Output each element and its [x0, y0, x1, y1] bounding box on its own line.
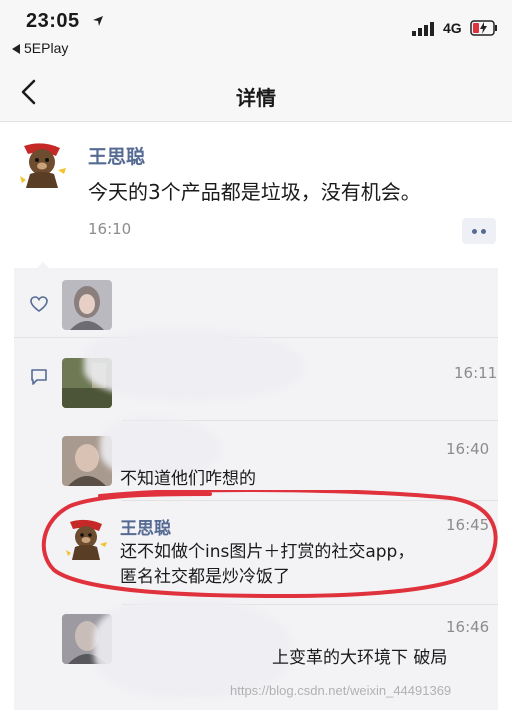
author-name[interactable]: 王思聪 — [88, 142, 145, 169]
scribble-redaction — [84, 330, 304, 400]
commenter-name[interactable]: 王思聪 — [120, 514, 171, 539]
bear-sticker-icon — [14, 136, 72, 194]
bear-sticker-icon — [62, 514, 112, 564]
author-avatar[interactable] — [14, 136, 72, 194]
comments-panel: 16:11 16:40 不知道他们咋想的 王思聪 16:45 还不如做个ins图… — [14, 268, 498, 710]
more-options-button[interactable] — [462, 218, 496, 244]
location-arrow-icon — [93, 16, 103, 26]
comment-icon — [31, 369, 47, 385]
status-bar: 23:05 5EPlay 4G — [0, 0, 512, 62]
heart-icon — [30, 296, 48, 312]
commenter-avatar[interactable] — [62, 514, 112, 564]
comment-time: 16:46 — [446, 618, 490, 636]
network-type: 4G — [443, 20, 462, 36]
more-dot — [481, 229, 486, 234]
comment-time: 16:45 — [446, 516, 490, 534]
signal-icon — [412, 22, 434, 36]
divider — [122, 500, 498, 501]
navigation-bar: 详情 — [0, 62, 512, 122]
comment-time: 16:40 — [446, 440, 490, 458]
back-triangle-icon — [12, 44, 20, 55]
liker-photo — [62, 280, 112, 330]
post-text: 今天的3个产品都是垃圾，没有机会。 — [88, 180, 421, 204]
post-timestamp: 16:10 — [88, 220, 132, 238]
watermark: https://blog.csdn.net/weixin_44491369 — [230, 683, 452, 698]
back-app-label: 5EPlay — [24, 40, 69, 56]
moment-post: 王思聪 今天的3个产品都是垃圾，没有机会。 16:10 — [0, 122, 512, 267]
comment-text: 上变革的大环境下 破局 — [272, 648, 448, 668]
comment-text-line-1: 还不如做个ins图片＋打赏的社交app， — [120, 542, 415, 562]
back-to-app-link[interactable]: 5EPlay — [12, 40, 68, 56]
battery-charging-icon — [470, 20, 497, 36]
page-title: 详情 — [236, 86, 276, 110]
comment-text-line-2: 匿名社交都是炒冷饭了 — [120, 567, 290, 587]
comment-time: 16:11 — [454, 364, 498, 382]
status-time: 23:05 — [26, 10, 80, 32]
liker-avatar[interactable] — [62, 280, 112, 330]
likes-row — [14, 268, 498, 338]
comment-text: 不知道他们咋想的 — [120, 469, 256, 489]
more-dots-icon — [472, 229, 477, 234]
